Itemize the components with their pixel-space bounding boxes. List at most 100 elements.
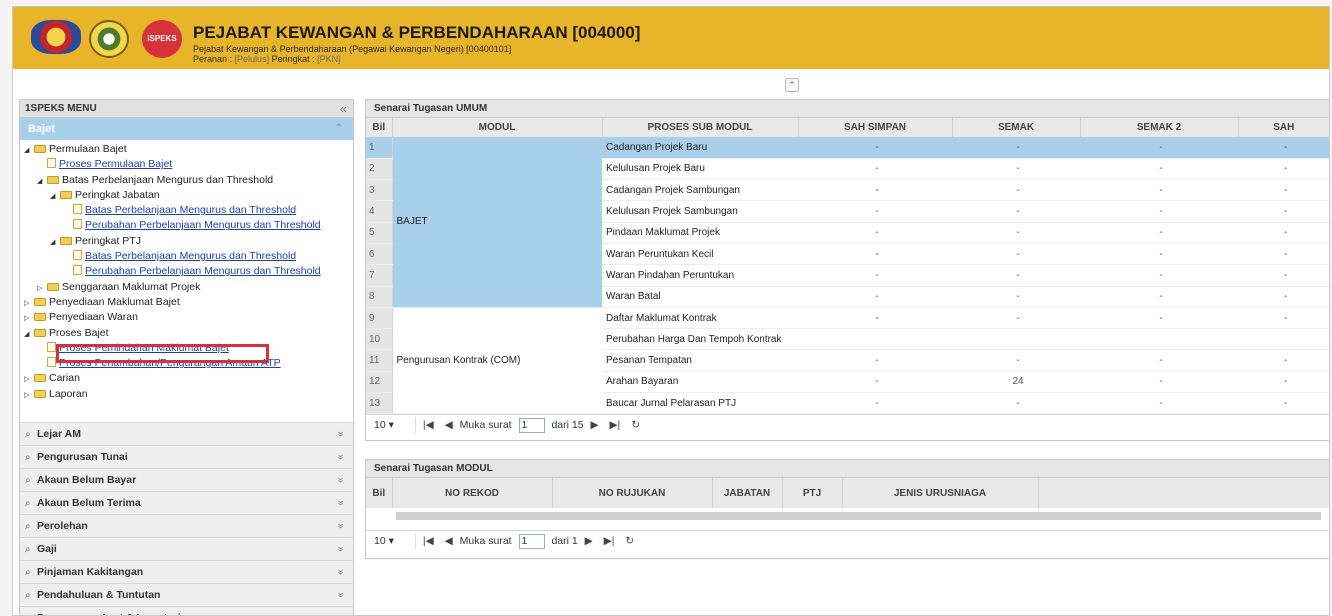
status-cell[interactable]: - [1080, 200, 1238, 223]
status-cell[interactable]: - [1080, 264, 1238, 287]
menu-link[interactable]: Batas Perbelanjaan Mengurus dan Threshol… [24, 203, 353, 218]
status-cell[interactable]: 24 [952, 371, 1080, 394]
next-page-icon[interactable]: ▶ [590, 419, 598, 431]
status-cell[interactable]: - [798, 264, 952, 287]
next-page-icon[interactable]: ▶ [585, 535, 593, 547]
status-cell[interactable]: - [1238, 200, 1329, 223]
menu-folder[interactable]: ▷ Senggaraan Maklumat Projek [24, 280, 353, 295]
collapse-sidebar-icon[interactable]: « [340, 100, 347, 118]
status-cell[interactable]: - [1080, 158, 1238, 181]
status-cell[interactable]: - [1080, 392, 1238, 415]
status-cell[interactable]: - [798, 349, 952, 372]
sidebar-section[interactable]: ⌕ Pengurusan Tunai » [20, 445, 353, 468]
status-cell[interactable]: - [1080, 307, 1238, 330]
table-row[interactable]: 9 Pengurusan Kontrak (COM) Daftar Maklumat… [366, 307, 1329, 415]
menu-folder[interactable]: ◢ Proses Bajet [24, 326, 353, 341]
status-cell[interactable]: - [1238, 158, 1329, 181]
expanded-icon[interactable]: ◢ [37, 174, 47, 189]
status-cell[interactable]: - [952, 307, 1080, 330]
status-cell[interactable]: - [1238, 349, 1329, 372]
status-cell[interactable] [952, 328, 1080, 351]
status-cell[interactable]: - [952, 200, 1080, 223]
status-cell[interactable]: - [1238, 286, 1329, 308]
sidebar-section[interactable]: ⌕ Akaun Belum Bayar » [20, 468, 353, 491]
collapsed-icon[interactable]: ▷ [24, 311, 34, 326]
page-size-select[interactable]: 10 ▾ [374, 533, 416, 549]
status-cell[interactable]: - [1080, 286, 1238, 308]
collapse-header-icon[interactable]: ⌃ [785, 78, 799, 92]
status-cell[interactable]: - [798, 371, 952, 394]
column-header[interactable]: Bil [366, 118, 393, 137]
status-cell[interactable]: - [1080, 371, 1238, 394]
sidebar-section[interactable]: ⌕ Pinjaman Kakitangan » [20, 560, 353, 583]
status-cell[interactable]: - [1080, 349, 1238, 372]
status-cell[interactable]: - [1238, 264, 1329, 287]
collapsed-icon[interactable]: ▷ [24, 372, 34, 387]
column-header[interactable]: SAH SIMPAN [798, 118, 953, 137]
collapsed-icon[interactable]: ▷ [24, 296, 34, 311]
status-cell[interactable]: - [952, 286, 1080, 308]
status-cell[interactable]: - [798, 392, 952, 415]
prev-page-icon[interactable]: ◀ [445, 419, 453, 431]
sidebar-section[interactable]: ⌕Pengurusan Aset & Inventori» [20, 606, 353, 615]
status-cell[interactable]: - [952, 179, 1080, 202]
column-header[interactable]: PROSES SUB MODUL [602, 118, 799, 137]
first-page-icon[interactable]: |◀ [423, 535, 434, 547]
status-cell[interactable]: - [798, 137, 952, 159]
page-size-select[interactable]: 10 ▾ [374, 417, 416, 434]
collapsed-icon[interactable]: ▷ [37, 281, 47, 296]
column-header[interactable]: SEMAK 2 [1080, 118, 1239, 137]
menu-folder[interactable]: ▷ Laporan [24, 387, 353, 402]
status-cell[interactable]: - [952, 392, 1080, 415]
last-page-icon[interactable]: ▶| [609, 419, 620, 431]
status-cell[interactable] [1080, 328, 1238, 351]
status-cell[interactable]: - [1080, 179, 1238, 202]
status-cell[interactable]: - [798, 158, 952, 181]
status-cell[interactable]: - [952, 137, 1080, 159]
column-header[interactable]: SEMAK [952, 118, 1081, 137]
status-cell[interactable]: - [1238, 222, 1329, 244]
menu-link[interactable]: Perubahan Perbelanjaan Mengurus dan Thre… [24, 218, 353, 233]
column-header[interactable]: MODUL [392, 118, 603, 137]
column-header[interactable]: NO REKOD [392, 478, 553, 508]
status-cell[interactable]: - [798, 222, 952, 244]
menu-folder[interactable]: ◢ Batas Perbelanjaan Mengurus dan Thresho… [24, 173, 353, 188]
column-header[interactable]: Bil [366, 478, 393, 508]
menu-link[interactable]: Proses Permulaan Bajet [24, 157, 353, 172]
status-cell[interactable]: - [1238, 137, 1329, 159]
menu-folder[interactable]: ◢ Peringkat PTJ [24, 234, 353, 249]
sidebar-section[interactable]: ⌕ Lejar AM » [20, 422, 353, 445]
page-input[interactable]: 1 [518, 418, 545, 434]
status-cell[interactable]: - [1238, 243, 1329, 266]
sidebar-section[interactable]: ⌕ Akaun Belum Terima » [20, 491, 353, 514]
status-cell[interactable]: - [952, 222, 1080, 244]
last-page-icon[interactable]: ▶| [604, 535, 615, 547]
status-cell[interactable]: - [952, 243, 1080, 266]
menu-link[interactable]: Batas Perbelanjaan Mengurus dan Threshol… [24, 249, 353, 264]
expanded-icon[interactable]: ◢ [50, 189, 60, 204]
prev-page-icon[interactable]: ◀ [445, 535, 453, 547]
status-cell[interactable]: - [798, 307, 952, 330]
expanded-icon[interactable]: ◢ [24, 143, 34, 158]
menu-folder[interactable]: ▷ Carian [24, 371, 353, 386]
menu-link[interactable]: Perubahan Perbelanjaan Mengurus dan Thre… [24, 264, 353, 279]
status-cell[interactable]: - [1238, 371, 1329, 394]
status-cell[interactable]: - [952, 158, 1080, 181]
status-cell[interactable]: - [1238, 179, 1329, 202]
status-cell[interactable] [798, 328, 952, 351]
status-cell[interactable]: - [798, 286, 952, 308]
column-header[interactable]: NO RUJUKAN [552, 478, 713, 508]
status-cell[interactable]: - [1238, 392, 1329, 415]
section-bajet[interactable]: Bajet ⌃ [20, 118, 353, 140]
status-cell[interactable]: - [952, 349, 1080, 372]
sidebar-section[interactable]: ⌕ Perolehan » [20, 514, 353, 537]
refresh-icon[interactable]: ↻ [625, 535, 634, 547]
status-cell[interactable] [1238, 328, 1329, 351]
menu-folder[interactable]: ▷ Penyediaan Waran [24, 310, 353, 325]
column-header[interactable]: JABATAN [712, 478, 783, 508]
page-input[interactable]: 1 [518, 533, 545, 549]
status-cell[interactable]: - [1080, 222, 1238, 244]
status-cell[interactable]: - [952, 264, 1080, 287]
status-cell[interactable]: - [798, 179, 952, 202]
horizontal-scrollbar[interactable] [396, 512, 1321, 520]
